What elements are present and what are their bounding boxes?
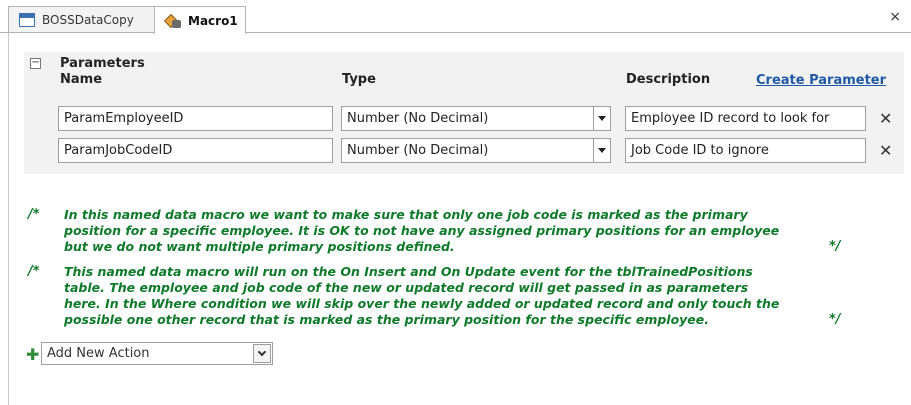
dropdown-arrow-icon[interactable] <box>593 106 611 131</box>
parameters-panel: − Parameters Name Type Description Creat… <box>24 52 904 174</box>
comment-line: In this named data macro we want to make… <box>64 207 748 222</box>
comment-block[interactable]: In this named data macro we want to make… <box>64 207 824 255</box>
delete-parameter-icon[interactable]: ✕ <box>879 141 892 160</box>
parameters-title: Parameters <box>60 56 145 71</box>
create-parameter-link[interactable]: Create Parameter <box>756 73 886 88</box>
comment-line: but we do not want multiple primary posi… <box>64 239 455 254</box>
close-icon[interactable]: × <box>889 9 901 25</box>
document-tab-strip: BOSSDataCopy Macro1 × <box>0 0 911 34</box>
macro-icon <box>163 13 181 28</box>
add-new-action-select[interactable]: Add New Action <box>41 342 273 365</box>
add-action-icon[interactable]: ✚ <box>26 345 39 364</box>
table-icon <box>19 13 35 27</box>
comment-close-marker: */ <box>829 312 841 327</box>
param-type-select[interactable]: Number (No Decimal) <box>341 106 594 131</box>
column-header-type: Type <box>342 72 376 87</box>
tab-bossdatacopy[interactable]: BOSSDataCopy <box>8 6 155 33</box>
comment-close-marker: */ <box>829 239 841 254</box>
comment-line: possible one other record that is marked… <box>64 312 710 327</box>
comment-line: position for a specific employee. It is … <box>64 223 780 238</box>
comment-line: This named data macro will run on the On… <box>64 264 753 279</box>
column-header-name: Name <box>60 72 103 87</box>
comment-block[interactable]: This named data macro will run on the On… <box>64 264 824 328</box>
column-header-description: Description <box>626 72 711 87</box>
tab-divider <box>0 32 911 33</box>
param-name-input[interactable]: ParamJobCodeID <box>58 138 333 163</box>
tab-label: BOSSDataCopy <box>42 13 134 27</box>
comment-line: here. In the Where condition we will ski… <box>64 296 780 311</box>
param-description-input[interactable]: Job Code ID to ignore <box>625 138 866 163</box>
comment-line: table. The employee and job code of the … <box>64 280 749 295</box>
collapse-icon[interactable]: − <box>30 58 41 69</box>
comment-open-marker: /* <box>28 264 40 279</box>
param-type-select[interactable]: Number (No Decimal) <box>341 138 594 163</box>
param-description-input[interactable]: Employee ID record to look for <box>625 106 866 131</box>
dropdown-arrow-icon[interactable] <box>593 138 611 163</box>
left-border <box>8 33 9 405</box>
tab-label: Macro1 <box>188 13 238 28</box>
chevron-down-icon[interactable] <box>253 344 271 363</box>
delete-parameter-icon[interactable]: ✕ <box>879 109 892 128</box>
tab-macro1[interactable]: Macro1 <box>154 6 246 34</box>
param-name-input[interactable]: ParamEmployeeID <box>58 106 333 131</box>
comment-open-marker: /* <box>28 207 40 222</box>
